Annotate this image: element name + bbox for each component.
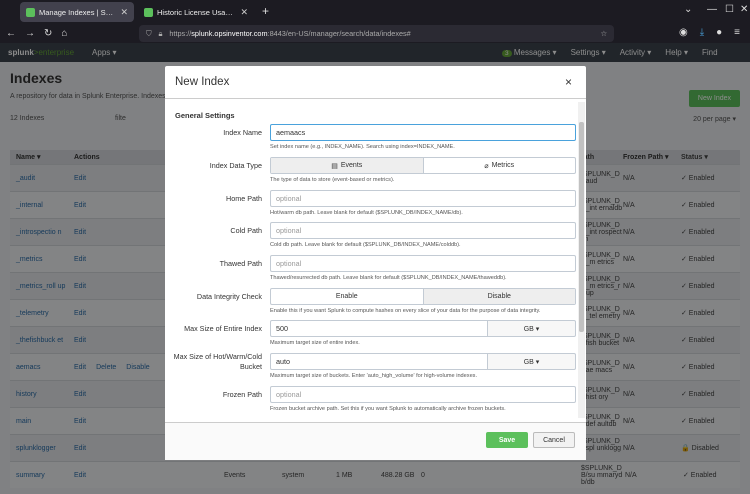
integrity-disable-option[interactable]: Disable bbox=[422, 289, 575, 304]
close-tab-icon[interactable]: ✕ bbox=[240, 7, 248, 18]
back-icon[interactable]: ← bbox=[6, 28, 16, 39]
tab-list-icon[interactable]: ⌄ bbox=[684, 4, 692, 15]
events-icon: ▤ bbox=[331, 162, 338, 170]
toolbar-right: ◉ ⤓ ● ≡ bbox=[679, 27, 740, 38]
max-size-unit-select[interactable]: GB ▾ bbox=[488, 320, 576, 337]
data-type-toggle: ▤ Events ⌀ Metrics bbox=[270, 157, 576, 174]
events-option[interactable]: ▤ Events bbox=[271, 158, 423, 173]
close-tab-icon[interactable]: ✕ bbox=[120, 7, 128, 18]
cold-path-label: Cold Path bbox=[230, 226, 262, 235]
tab-historic-license[interactable]: Historic License Usage | Splunk ✕ bbox=[138, 2, 254, 22]
close-window-icon[interactable]: ✕ bbox=[740, 4, 748, 15]
section-title: General Settings bbox=[175, 111, 235, 120]
max-bucket-unit-select[interactable]: GB ▾ bbox=[488, 353, 576, 370]
url-text: https://splunk.opsinventor.com:8443/en-U… bbox=[169, 29, 411, 38]
index-name-help: Set index name (e.g., INDEX_NAME). Searc… bbox=[270, 144, 455, 150]
tab-title: Historic License Usage | Splunk bbox=[157, 7, 236, 17]
max-size-control: 500 GB ▾ bbox=[270, 320, 576, 337]
bookmark-star-icon[interactable]: ☆ bbox=[600, 29, 607, 38]
cold-path-help: Cold db path. Leave blank for default ($… bbox=[270, 242, 461, 248]
integrity-toggle: Enable Disable bbox=[270, 288, 576, 305]
data-type-label: Index Data Type bbox=[209, 161, 262, 170]
data-type-help: The type of data to store (event-based o… bbox=[270, 177, 395, 183]
thawed-path-input[interactable]: optional bbox=[270, 255, 576, 272]
modal-footer: Save Cancel bbox=[165, 422, 586, 460]
minimize-icon[interactable]: — bbox=[707, 4, 717, 15]
menu-icon[interactable]: ≡ bbox=[734, 27, 740, 38]
frozen-path-input[interactable]: optional bbox=[270, 386, 576, 403]
new-tab-button[interactable]: + bbox=[262, 4, 269, 18]
home-icon[interactable]: ⌂ bbox=[61, 28, 67, 39]
scrollbar-thumb[interactable] bbox=[579, 122, 584, 332]
cancel-button[interactable]: Cancel bbox=[533, 432, 575, 448]
home-path-input[interactable]: optional bbox=[270, 190, 576, 207]
max-bucket-input[interactable]: auto bbox=[270, 353, 488, 370]
modal-title: New Index bbox=[175, 76, 230, 88]
max-size-label: Max Size of Entire Index bbox=[184, 324, 262, 333]
lock-icon[interactable]: 🔒︎ bbox=[158, 29, 162, 39]
url-bar[interactable]: ⛉ 🔒︎ https://splunk.opsinventor.com:8443… bbox=[139, 25, 614, 42]
metrics-option[interactable]: ⌀ Metrics bbox=[422, 158, 576, 173]
integrity-label: Data Integrity Check bbox=[196, 292, 262, 301]
download-icon[interactable]: ⤓ bbox=[700, 27, 704, 38]
modal-header: New Index × bbox=[165, 66, 586, 99]
pocket-icon[interactable]: ◉ bbox=[679, 27, 688, 38]
max-size-input[interactable]: 500 bbox=[270, 320, 488, 337]
home-path-label: Home Path bbox=[226, 194, 262, 203]
index-name-input[interactable]: aemaacs bbox=[270, 124, 576, 141]
modal-scrollbar[interactable] bbox=[578, 102, 585, 418]
metrics-icon: ⌀ bbox=[484, 162, 489, 170]
frozen-path-label: Frozen Path bbox=[222, 390, 262, 399]
splunk-favicon-icon bbox=[144, 7, 153, 17]
tab-title: Manage Indexes | Splunk 8.1.1 bbox=[39, 7, 116, 17]
frozen-path-help: Frozen bucket archive path. Set this if … bbox=[270, 406, 506, 412]
max-bucket-control: auto GB ▾ bbox=[270, 353, 576, 370]
account-icon[interactable]: ● bbox=[716, 27, 722, 38]
home-path-help: Hot/warm db path. Leave blank for defaul… bbox=[270, 210, 463, 216]
thawed-path-label: Thawed Path bbox=[219, 259, 262, 268]
max-bucket-label: Max Size of Hot/Warm/Cold Bucket bbox=[173, 352, 262, 371]
forward-icon[interactable]: → bbox=[25, 28, 35, 39]
max-bucket-help: Maximum target size of buckets. Enter 'a… bbox=[270, 373, 478, 379]
max-size-help: Maximum target size of entire index. bbox=[270, 340, 360, 346]
maximize-icon[interactable]: ☐ bbox=[725, 4, 734, 15]
tab-manage-indexes[interactable]: Manage Indexes | Splunk 8.1.1 ✕ bbox=[20, 2, 134, 22]
save-button[interactable]: Save bbox=[486, 432, 528, 448]
close-icon[interactable]: × bbox=[565, 75, 572, 89]
shield-icon[interactable]: ⛉ bbox=[146, 29, 151, 39]
integrity-enable-option[interactable]: Enable bbox=[271, 289, 423, 304]
modal-body: General Settings Index Name aemaacs Set … bbox=[165, 100, 586, 420]
splunk-favicon-icon bbox=[26, 7, 35, 17]
thawed-path-help: Thawed/resurrected db path. Leave blank … bbox=[270, 275, 507, 281]
index-name-label: Index Name bbox=[223, 128, 262, 137]
new-index-modal: New Index × General Settings Index Name … bbox=[165, 66, 586, 460]
integrity-help: Enable this if you want Splunk to comput… bbox=[270, 308, 541, 314]
browser-chrome: Manage Indexes | Splunk 8.1.1 ✕ Historic… bbox=[0, 0, 750, 43]
reload-icon[interactable]: ↻ bbox=[44, 28, 52, 39]
cold-path-input[interactable]: optional bbox=[270, 222, 576, 239]
